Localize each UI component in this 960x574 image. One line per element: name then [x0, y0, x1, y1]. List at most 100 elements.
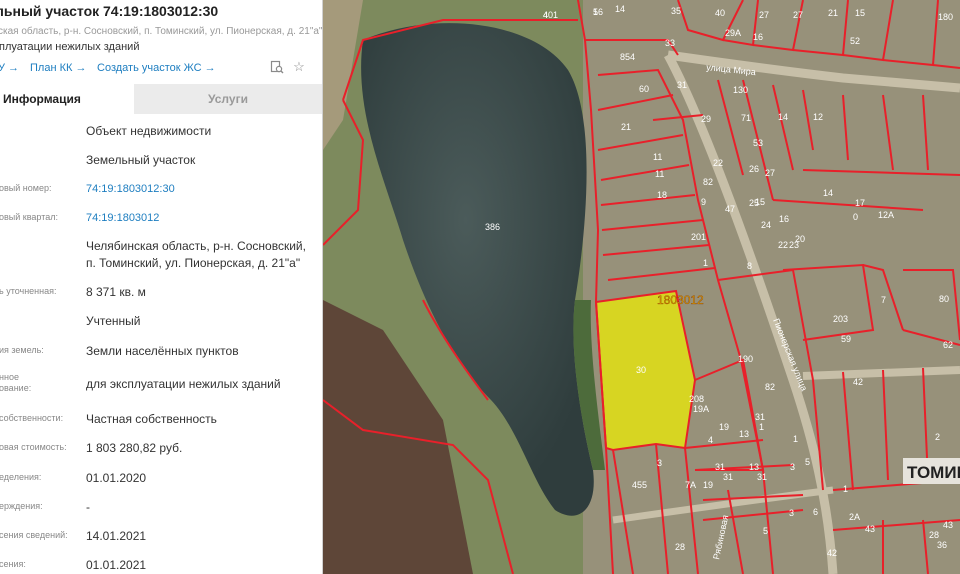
parcel-number-label: 2А [849, 512, 860, 522]
row-value: Объект недвижимости [86, 124, 212, 138]
parcel-number-label: 17 [855, 198, 865, 208]
row-label: еделения: [0, 472, 42, 482]
parcel-number-label: 35 [671, 6, 681, 16]
parcel-number-label: 5 [593, 7, 598, 17]
row-label: нное [0, 372, 19, 382]
row-value: для эксплуатации нежилых зданий [86, 377, 281, 391]
parcel-number-label: 203 [833, 314, 848, 324]
selected-plot-label: 30 [636, 365, 646, 375]
parcel-number-label: 208 [689, 394, 704, 404]
row-label: овая стоимость: [0, 442, 67, 452]
create-plot-link[interactable]: Создать участок ЖС → [97, 62, 216, 74]
parcel-number-label: 31 [757, 472, 767, 482]
parcel-number-label: 31 [755, 412, 765, 422]
first-link[interactable]: У → [0, 62, 19, 74]
parcel-number-label: 60 [639, 84, 649, 94]
parcel-number-label: 53 [753, 138, 763, 148]
parcel-number-label: 0 [853, 212, 858, 222]
parcel-number-label: 26 [749, 164, 759, 174]
parcel-number-label: 12 [813, 112, 823, 122]
cadastral-quarter-link[interactable]: 74:19:1803012 [86, 210, 159, 227]
parcel-number-label: 29 [701, 114, 711, 124]
row-label: овый номер: [0, 183, 52, 193]
parcel-number-label: 33 [665, 38, 675, 48]
parcel-number-label: 21 [828, 8, 838, 18]
parcel-number-label: 28 [929, 530, 939, 540]
parcel-number-label: 19 [703, 480, 713, 490]
parcel-number-label: 8 [747, 261, 752, 271]
parcel-number-label: 455 [632, 480, 647, 490]
row-label: ь уточненная: [0, 286, 57, 296]
parcel-number-label: 52 [850, 36, 860, 46]
parcel-number-label: 28 [675, 542, 685, 552]
plan-kk-link[interactable]: План КК → [30, 62, 86, 74]
parcel-number-label: 11 [653, 152, 662, 162]
row-label: сения сведений: [0, 530, 68, 540]
parcel-number-label: 16 [753, 32, 763, 42]
parcel-number-label: 31 [723, 472, 733, 482]
search-document-icon[interactable] [270, 60, 284, 74]
tab-services[interactable]: Услуги [134, 84, 322, 114]
parcel-number-label: 1 [703, 258, 708, 268]
parcel-number-label: 42 [853, 377, 863, 387]
star-icon[interactable]: ☆ [292, 60, 306, 74]
cadastral-map[interactable]: улица Мира Пионерская улица Рябиновая 18… [323, 0, 960, 574]
page-title: льный участок 74:19:1803012:30 [0, 3, 219, 19]
row-value: 8 371 кв. м [86, 285, 146, 299]
parcel-number-label: 190 [738, 354, 753, 364]
parcel-number-label: 42 [827, 548, 837, 558]
parcel-number-label: 71 [741, 113, 751, 123]
parcel-number-label: 27 [759, 10, 769, 20]
parcel-number-label: 14 [823, 188, 833, 198]
parcel-number-label: 21 [621, 122, 631, 132]
address-line-1: Челябинская область, р-н. Сосновский, [86, 239, 306, 253]
parcel-number-label: 24 [761, 220, 771, 230]
parcel-number-label: 27 [765, 168, 775, 178]
parcel-number-label: 82 [703, 177, 713, 187]
row-value: 14.01.2021 [86, 529, 147, 543]
parcel-number-label: 12А [878, 210, 894, 220]
parcel-number-label: 43 [943, 520, 953, 530]
parcel-number-label: 27 [793, 10, 803, 20]
parcel-number-label: 19А [693, 404, 709, 414]
parcel-number-label: 80 [939, 294, 949, 304]
parcel-number-label: 1 [759, 422, 764, 432]
parcel-number-label: 15 [855, 8, 865, 18]
parcel-number-label: 9 [701, 197, 706, 207]
lake-parcel-label: 386 [485, 222, 500, 232]
row-value: 01.01.2020 [86, 471, 147, 485]
row-label: ерждения: [0, 501, 43, 511]
parcel-number-label: 7 [881, 295, 886, 305]
info-panel: льный участок 74:19:1803012:30 ская обла… [0, 0, 323, 574]
parcel-number-label: 14 [615, 4, 625, 14]
parcel-number-label: 201 [691, 232, 706, 242]
row-value: Земельный участок [86, 153, 196, 167]
row-label-2: ование: [0, 383, 32, 393]
parcel-number-label: 3 [789, 508, 794, 518]
address-line-2: п. Томинский, ул. Пионерская, д. 21"а" [86, 256, 301, 270]
parcel-number-label: 22 [778, 240, 788, 250]
tab-bar: Информация Услуги [0, 84, 322, 114]
tab-info[interactable]: Информация [0, 84, 134, 114]
row-value: Учтенный [86, 314, 141, 328]
town-label: ТОМИН [907, 463, 960, 482]
map-canvas[interactable]: улица Мира Пионерская улица Рябиновая 18… [323, 0, 960, 574]
parcel-number-label: 2 [935, 432, 940, 442]
row-label: ия земель: [0, 345, 44, 355]
parcel-number-label: 4 [708, 435, 713, 445]
parcel-number-label: 14 [778, 112, 788, 122]
parcel-number-label: 36 [937, 540, 947, 550]
parcel-number-label: 25 [749, 198, 759, 208]
row-value: 01.01.2021 [86, 558, 147, 572]
parcel-number-label: 31 [677, 80, 687, 90]
parcel-number-label: 40 [715, 8, 725, 18]
row-value: Частная собственность [86, 412, 217, 426]
parcel-number-label: 5 [763, 526, 768, 536]
cadastral-number-link[interactable]: 74:19:1803012:30 [86, 181, 175, 198]
parcel-number-label: 13 [749, 462, 759, 472]
row-value: 1 803 280,82 руб. [86, 441, 183, 455]
purpose-subtitle: плуатации нежилых зданий [0, 41, 140, 53]
parcel-number-label: 1 [843, 484, 848, 494]
parcel-number-label: 62 [943, 340, 953, 350]
row-label: овый квартал: [0, 212, 58, 222]
